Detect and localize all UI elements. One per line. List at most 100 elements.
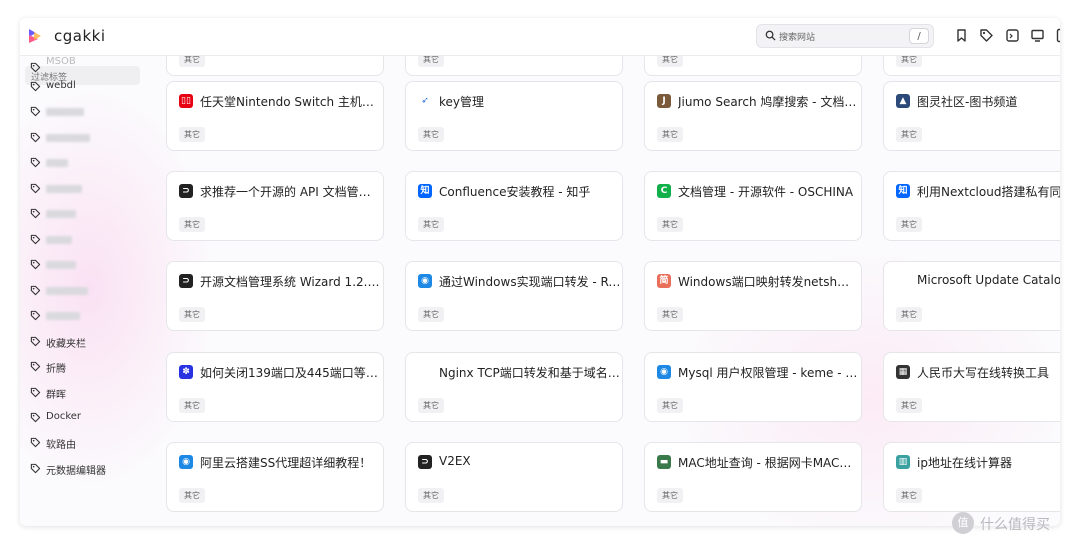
tag-icon (30, 106, 41, 117)
zhihu-icon: 知 (896, 184, 910, 198)
bookmark-title[interactable]: 文档管理 - 开源软件 - OSCHINA (678, 183, 860, 200)
app-window: cgakki 搜索网站 / 过滤标签 MSOB webdl 收藏夹栏 折腾 群晖… (20, 18, 1060, 526)
search-input[interactable]: 搜索网站 / (756, 24, 934, 48)
tag-icon[interactable] (979, 28, 994, 43)
redacted-label (46, 108, 84, 116)
bookmark-title[interactable]: Microsoft Update Catalog (917, 273, 1060, 287)
sidebar-tag-item[interactable] (30, 205, 150, 223)
bookmark-card[interactable]: ⊃ 开源文档管理系统 Wizard 1.2.5 发布 - V2EX 其它 (166, 261, 384, 331)
bookmark-title[interactable]: 人民币大写在线转换工具 (917, 364, 1060, 381)
bookmark-card[interactable]: ◉ 阿里云搭建SS代理超详细教程！ 其它 (166, 442, 384, 512)
bookmark-card[interactable]: J Jiumo Search 鸠摩搜索 - 文档搜索引擎其它 (644, 81, 862, 151)
tag-icon (30, 463, 41, 474)
sidebar-tag-item[interactable] (30, 231, 150, 249)
sidebar-tag-item[interactable]: MSOB (30, 56, 150, 77)
bookmark-card[interactable]: C 文档管理 - 开源软件 - OSCHINA 其它 (644, 171, 862, 241)
bookmark-card[interactable]: ◉ 通过Windows实现端口转发 - Runoob 其它 (405, 261, 623, 331)
bookmark-card[interactable]: ▬ MAC地址查询 - 根据网卡MAC地址查询厂商其它 (644, 442, 862, 512)
sidebar-tag-label: 群晖 (46, 390, 66, 401)
sidebar-tag-item[interactable] (30, 256, 150, 274)
bookmark-card[interactable]: ▲ 图灵社区-图书频道 其它 (883, 81, 1060, 151)
category-badge: 其它 (418, 307, 444, 322)
bookmark-title[interactable]: Confluence安装教程 - 知乎 (439, 183, 621, 200)
bookmark-card[interactable]: Microsoft Update Catalog 其它 (883, 261, 1060, 331)
bookmark-title[interactable]: V2EX (439, 454, 621, 468)
sidebar-tag-item[interactable] (30, 282, 150, 300)
search-icon (765, 30, 776, 41)
tag-icon (30, 310, 41, 321)
watermark-logo: 值 (952, 512, 974, 534)
jianshu-icon: 简 (657, 274, 671, 288)
sidebar-tag-item[interactable] (30, 129, 150, 147)
category-badge: 其它 (418, 127, 444, 142)
monitor-icon[interactable] (1030, 28, 1045, 43)
v2ex-icon: ⊃ (179, 184, 193, 198)
sidebar-tag-label: 收藏夹栏 (46, 339, 86, 350)
bookmark-title[interactable]: Windows端口映射转发netsh实现方法 (678, 273, 860, 290)
sidebar-tag-item[interactable] (30, 180, 150, 198)
tag-icon (30, 234, 41, 245)
rocket-icon: ➶ (418, 94, 432, 108)
bookmark-title[interactable]: 通过Windows实现端口转发 - Runoob (439, 273, 621, 290)
bookmark-title[interactable]: MAC地址查询 - 根据网卡MAC地址查询厂商 (678, 454, 860, 471)
bookmark-card[interactable]: ➶ key管理其它 (405, 81, 623, 151)
search-shortcut-key: / (909, 28, 929, 44)
bookmark-title[interactable]: 阿里云搭建SS代理超详细教程！ (200, 454, 382, 471)
sidebar-tag-item[interactable] (30, 154, 150, 172)
sidebar-tag-item[interactable]: 折腾 (30, 358, 150, 376)
bookmark-title[interactable]: Mysql 用户权限管理 - keme - 博客园 (678, 364, 860, 381)
tag-icon (30, 157, 41, 168)
bookmark-card[interactable]: ▦ 人民币大写在线转换工具 其它 (883, 352, 1060, 422)
bookmark-title[interactable]: Jiumo Search 鸠摩搜索 - 文档搜索引擎 (678, 93, 860, 110)
redacted-label (46, 287, 88, 295)
tag-icon (30, 132, 41, 143)
sidebar-tag-item[interactable]: 软路由 (30, 434, 150, 452)
sidebar-tag-item[interactable]: Docker (30, 409, 150, 427)
sidebar-tag-item[interactable]: 群晖 (30, 384, 150, 402)
category-badge: 其它 (657, 217, 683, 232)
tag-icon (30, 361, 41, 372)
bookmark-title[interactable]: key管理 (439, 93, 621, 110)
jiumo-icon: J (657, 94, 671, 108)
category-badge: 其它 (418, 398, 444, 413)
bookmark-card[interactable]: ▯▯ 任天堂Nintendo Switch 主机讨论区 - NGA玩家社区其它 (166, 81, 384, 151)
globe-icon: ◉ (179, 455, 193, 469)
bookmark-title[interactable]: Nginx TCP端口转发和基于域名的转发 (439, 364, 621, 381)
sidebar-tag-label: 折腾 (46, 364, 66, 375)
bookmark-card[interactable]: ✽ 如何关闭139端口及445端口等危险端口其它 (166, 352, 384, 422)
bookmark-card[interactable]: Nginx TCP端口转发和基于域名的转发其它 (405, 352, 623, 422)
bookmark-icon[interactable] (954, 28, 969, 43)
bookmark-title[interactable]: 图灵社区-图书频道 (917, 93, 1060, 110)
sidebar-tag-item[interactable]: webdl (30, 78, 150, 96)
sidebar-tag-item[interactable] (30, 103, 150, 121)
bookmark-title[interactable]: 求推荐一个开源的 API 文档管理工具 - V2EX (200, 183, 382, 200)
redacted-label (46, 261, 76, 269)
bookmark-card[interactable]: ⊃ V2EX 其它 (405, 442, 623, 512)
sidebar-tag-label: 软路由 (46, 440, 76, 451)
app-logo-icon (29, 29, 41, 43)
category-badge: 其它 (657, 398, 683, 413)
phone-icon[interactable] (1054, 28, 1060, 43)
category-badge: 其它 (896, 217, 922, 232)
bookmark-card[interactable]: ⊃ 求推荐一个开源的 API 文档管理工具 - V2EX 其它 (166, 171, 384, 241)
bookmark-card[interactable]: 知 Confluence安装教程 - 知乎 其它 (405, 171, 623, 241)
globe-icon: ◉ (657, 365, 671, 379)
sidebar-tag-label: webdl (46, 80, 76, 91)
category-badge: 其它 (657, 307, 683, 322)
sidebar-tag-label: Docker (46, 411, 82, 422)
bookmark-card[interactable]: ◉ Mysql 用户权限管理 - keme - 博客园其它 (644, 352, 862, 422)
calculator-icon: ▦ (896, 365, 910, 379)
bookmark-title[interactable]: 利用Nextcloud搭建私有同步网盘 (917, 183, 1060, 200)
bookmark-title[interactable]: 开源文档管理系统 Wizard 1.2.5 发布 - V2EX (200, 273, 382, 290)
bookmark-card[interactable]: 简 Windows端口映射转发netsh实现方法其它 (644, 261, 862, 331)
bookmark-card[interactable]: ▥ ip地址在线计算器 其它 (883, 442, 1060, 512)
sidebar-tag-item[interactable] (30, 307, 150, 325)
bookmark-title[interactable]: ip地址在线计算器 (917, 454, 1060, 471)
bookmark-title[interactable]: 任天堂Nintendo Switch 主机讨论区 - NGA玩家社区 (200, 93, 382, 110)
sidebar-tag-item[interactable]: 元数据编辑器 (30, 460, 150, 478)
bookmark-card[interactable]: 知利用Nextcloud搭建私有同步网盘其它 (883, 171, 1060, 241)
code-icon[interactable] (1005, 28, 1020, 43)
category-badge: 其它 (179, 307, 205, 322)
sidebar-tag-item[interactable]: 收藏夹栏 (30, 333, 150, 351)
bookmark-title[interactable]: 如何关闭139端口及445端口等危险端口 (200, 364, 382, 381)
